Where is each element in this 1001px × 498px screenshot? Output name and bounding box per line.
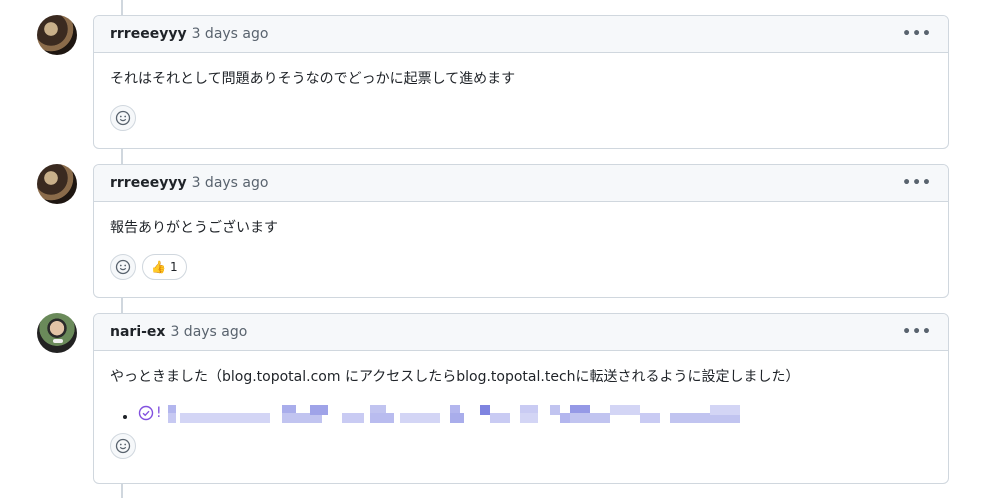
comment-body: それはそれとして問題ありそうなのでどっかに起票して進めます [94, 53, 948, 147]
comment-text: 報告ありがとうございます [110, 220, 278, 236]
comment-body: 報告ありがとうございます 👍 1 [94, 202, 948, 296]
comment-author[interactable]: rrreeeyyy [110, 26, 187, 42]
avatar[interactable] [37, 313, 77, 353]
avatar[interactable] [37, 164, 77, 204]
more-options-icon[interactable]: ••• [902, 176, 932, 190]
smiley-icon [115, 438, 131, 454]
comment-timestamp[interactable]: 3 days ago [192, 26, 269, 42]
more-options-icon[interactable]: ••• [902, 325, 932, 339]
comment-header: nari-ex 3 days ago ••• [94, 314, 948, 351]
reactions-bar [110, 433, 932, 459]
comment-timestamp[interactable]: 3 days ago [170, 324, 247, 340]
avatar[interactable] [37, 15, 77, 55]
comment-body: やっときました（blog.topotal.com にアクセスしたらblog.to… [94, 351, 948, 475]
comment-card: rrreeeyyy 3 days ago ••• それはそれとして問題ありそうな… [93, 15, 949, 149]
comment-header: rrreeeyyy 3 days ago ••• [94, 165, 948, 202]
smiley-icon [115, 259, 131, 275]
reactions-bar: 👍 1 [110, 254, 932, 280]
comment-author[interactable]: rrreeeyyy [110, 175, 187, 191]
list-item: ! [138, 403, 932, 423]
reactions-bar [110, 105, 932, 131]
comment-text: やっときました（blog.topotal.com にアクセスしたらblog.to… [110, 369, 800, 385]
thumbs-up-reaction[interactable]: 👍 1 [142, 254, 187, 280]
more-options-icon[interactable]: ••• [902, 27, 932, 41]
thumbs-up-icon: 👍 [151, 260, 166, 274]
comment-header: rrreeeyyy 3 days ago ••• [94, 16, 948, 53]
comment-card: rrreeeyyy 3 days ago ••• 報告ありがとうございます 👍 … [93, 164, 949, 298]
add-reaction-button[interactable] [110, 433, 136, 459]
add-reaction-button[interactable] [110, 105, 136, 131]
smiley-icon [115, 110, 131, 126]
comment-author[interactable]: nari-ex [110, 324, 165, 340]
linked-issue-list: ! [110, 403, 932, 423]
check-circle-icon [138, 405, 154, 421]
add-reaction-button[interactable] [110, 254, 136, 280]
linked-issue-link[interactable]: ! [138, 403, 932, 423]
redacted-link-text [164, 403, 740, 423]
link-prefix[interactable]: ! [156, 403, 162, 423]
comment-timestamp[interactable]: 3 days ago [192, 175, 269, 191]
comment-card: nari-ex 3 days ago ••• やっときました（blog.topo… [93, 313, 949, 484]
comment-text: それはそれとして問題ありそうなのでどっかに起票して進めます [110, 71, 516, 87]
reaction-count: 1 [169, 260, 178, 274]
